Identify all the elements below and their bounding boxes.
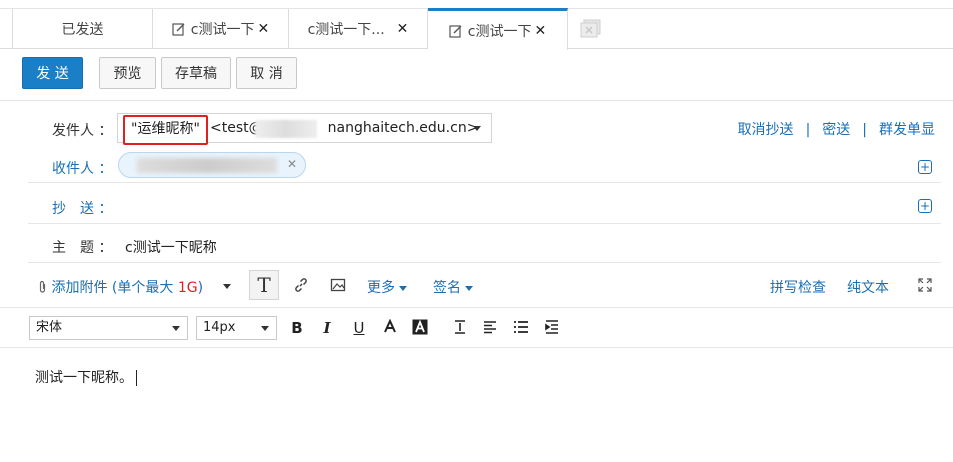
compose-page: 已发送 c测试一下 ✕ c测试一下... ✕ c测试一下 ✕ 发 送 预览 存草… <box>0 0 953 462</box>
indent-icon[interactable] <box>543 319 561 337</box>
font-toolbar-toggle[interactable]: T <box>249 270 279 300</box>
signature-menu[interactable]: 签名 <box>433 277 474 297</box>
chevron-down-icon <box>261 326 269 331</box>
tab-label: c测试一下... <box>307 22 385 38</box>
attach-button[interactable]: 添加附件 (单个最大 1G) <box>38 277 203 297</box>
close-icon[interactable]: ✕ <box>397 21 409 37</box>
edit-icon <box>172 22 186 36</box>
add-cc-icon[interactable]: + <box>918 199 932 213</box>
underline-icon[interactable]: U <box>350 319 368 337</box>
italic-icon[interactable]: I <box>318 319 336 337</box>
cc-label[interactable]: 抄 送 ： <box>52 198 112 218</box>
text-cursor <box>136 370 137 386</box>
redacted-block <box>137 158 277 173</box>
send-button[interactable]: 发 送 <box>22 57 83 89</box>
edit-icon <box>449 24 463 38</box>
more-menu[interactable]: 更多 <box>367 277 408 297</box>
bullet-list-icon[interactable] <box>512 319 530 337</box>
bold-icon[interactable]: B <box>288 319 306 337</box>
close-all-tabs-icon[interactable] <box>580 19 602 39</box>
bcc-link[interactable]: 密送 <box>822 122 850 138</box>
close-icon[interactable]: ✕ <box>257 21 269 37</box>
sender-email: <test@ nanghaitech.edu.cn> <box>210 120 479 136</box>
tab-label: c测试一下 <box>467 23 532 40</box>
save-draft-button[interactable]: 存草稿 <box>161 57 231 89</box>
attach-dropdown-icon[interactable] <box>223 284 231 289</box>
cc-row <box>28 183 941 224</box>
add-recipient-icon[interactable]: + <box>918 160 932 174</box>
line-height-icon[interactable] <box>451 319 469 337</box>
chevron-down-icon <box>465 285 474 291</box>
tab-label: 已发送 <box>61 22 104 38</box>
plaintext-button[interactable]: 纯文本 <box>847 277 889 297</box>
separate-send-link[interactable]: 群发单显 <box>879 122 935 138</box>
cancel-button[interactable]: 取 消 <box>236 57 297 89</box>
tab-draft-2[interactable]: c测试一下... ✕ <box>289 9 428 49</box>
align-left-icon[interactable] <box>481 319 499 337</box>
spellcheck-button[interactable]: 拼写检查 <box>770 277 826 297</box>
image-icon[interactable] <box>330 277 346 297</box>
cancel-cc-link[interactable]: 取消抄送 <box>738 122 794 138</box>
action-toolbar: 发 送 预览 存草稿 取 消 <box>0 49 953 101</box>
font-family-select[interactable]: 宋体 <box>29 316 188 340</box>
remove-recipient-icon[interactable]: ✕ <box>287 157 297 171</box>
font-color-icon[interactable] <box>381 318 399 337</box>
from-label: 发件人 ： <box>52 123 113 139</box>
sender-select[interactable]: "运维昵称" <test@ nanghaitech.edu.cn> <box>117 113 492 145</box>
chevron-down-icon <box>473 126 481 131</box>
header-links: 取消抄送 | 密送 | 群发单显 <box>737 122 935 138</box>
to-label[interactable]: 收件人 ： <box>52 158 112 178</box>
highlight-color-icon[interactable] <box>411 319 429 337</box>
tab-bar: 已发送 c测试一下 ✕ c测试一下... ✕ c测试一下 ✕ <box>0 0 953 50</box>
subject-label: 主 题 ： <box>52 240 113 256</box>
preview-button[interactable]: 预览 <box>99 57 156 89</box>
link-icon[interactable] <box>293 277 309 297</box>
sender-nickname: "运维昵称" <box>123 115 208 145</box>
tab-draft-active[interactable]: c测试一下 ✕ <box>428 8 568 50</box>
fullscreen-icon[interactable] <box>918 278 932 296</box>
tab-sent[interactable]: 已发送 <box>12 9 153 49</box>
close-icon[interactable]: ✕ <box>534 23 546 39</box>
recipient-chip[interactable]: ✕ <box>118 152 306 178</box>
message-body[interactable]: 测试一下昵称。 <box>35 367 137 387</box>
chevron-down-icon <box>399 285 408 291</box>
tab-draft-1[interactable]: c测试一下 ✕ <box>153 9 289 49</box>
paperclip-icon <box>38 280 51 296</box>
redacted-block <box>255 120 317 138</box>
chevron-down-icon <box>172 326 180 331</box>
font-size-select[interactable]: 14px <box>196 316 277 340</box>
subject-input[interactable]: c测试一下昵称 <box>125 237 217 257</box>
tab-label: c测试一下 <box>190 22 255 38</box>
